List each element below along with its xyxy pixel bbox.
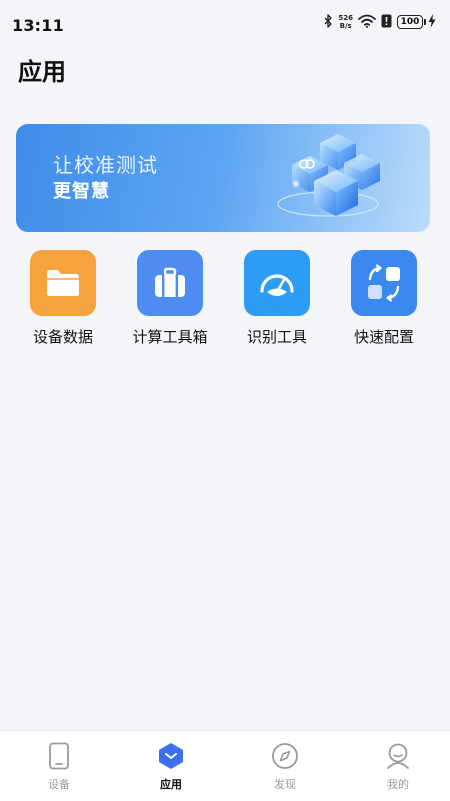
nav-label: 发现 xyxy=(274,778,296,791)
app-label: 计算工具箱 xyxy=(132,328,208,346)
banner-line-1: 让校准测试 xyxy=(53,153,158,177)
promo-banner[interactable]: 让校准测试 更智慧 xyxy=(16,124,430,232)
toolbox-icon xyxy=(137,250,203,316)
apps-icon xyxy=(156,741,186,771)
bluetooth-icon xyxy=(323,13,333,32)
nav-item-apps[interactable]: 应用 xyxy=(131,741,211,792)
status-time: 13:11 xyxy=(12,16,64,35)
network-speed: 526 B/s xyxy=(338,14,353,30)
folder-icon xyxy=(30,250,96,316)
network-speed-value: 526 xyxy=(338,14,353,22)
alert-icon xyxy=(381,13,392,32)
wifi-icon xyxy=(358,13,376,32)
nav-label: 我的 xyxy=(387,778,409,791)
compass-icon xyxy=(270,741,300,771)
charging-icon xyxy=(428,13,436,32)
page-title: 应用 xyxy=(18,58,66,86)
nav-item-discover[interactable]: 发现 xyxy=(245,741,325,792)
app-recognition-tool[interactable]: 识别工具 xyxy=(232,250,322,347)
status-icons: 526 B/s 100 xyxy=(323,12,436,32)
gauge-icon xyxy=(244,250,310,316)
app-calculation-toolbox[interactable]: 计算工具箱 xyxy=(125,250,215,347)
bottom-nav: 设备 应用 发现 我的 xyxy=(0,730,450,801)
device-icon xyxy=(44,741,74,771)
battery-icon: 100 xyxy=(397,15,426,29)
cube-illustration-icon xyxy=(277,134,380,217)
nav-label: 应用 xyxy=(160,778,182,791)
quick-config-icon xyxy=(351,250,417,316)
app-quick-config[interactable]: 快速配置 xyxy=(339,250,429,347)
battery-level: 100 xyxy=(400,17,420,27)
app-device-data[interactable]: 设备数据 xyxy=(18,250,108,347)
banner-line-2: 更智慧 xyxy=(53,181,110,202)
nav-item-device[interactable]: 设备 xyxy=(19,741,99,792)
profile-icon xyxy=(383,741,413,771)
network-speed-unit: B/s xyxy=(339,22,352,30)
status-bar: 13:11 526 B/s 100 xyxy=(0,0,450,44)
app-label: 识别工具 xyxy=(246,328,307,346)
app-label: 设备数据 xyxy=(32,328,93,346)
app-grid: 设备数据 计算工具箱 识别工具 快速配置 xyxy=(0,250,450,350)
nav-label: 设备 xyxy=(48,778,70,791)
nav-item-profile[interactable]: 我的 xyxy=(358,741,438,792)
app-label: 快速配置 xyxy=(353,328,414,346)
